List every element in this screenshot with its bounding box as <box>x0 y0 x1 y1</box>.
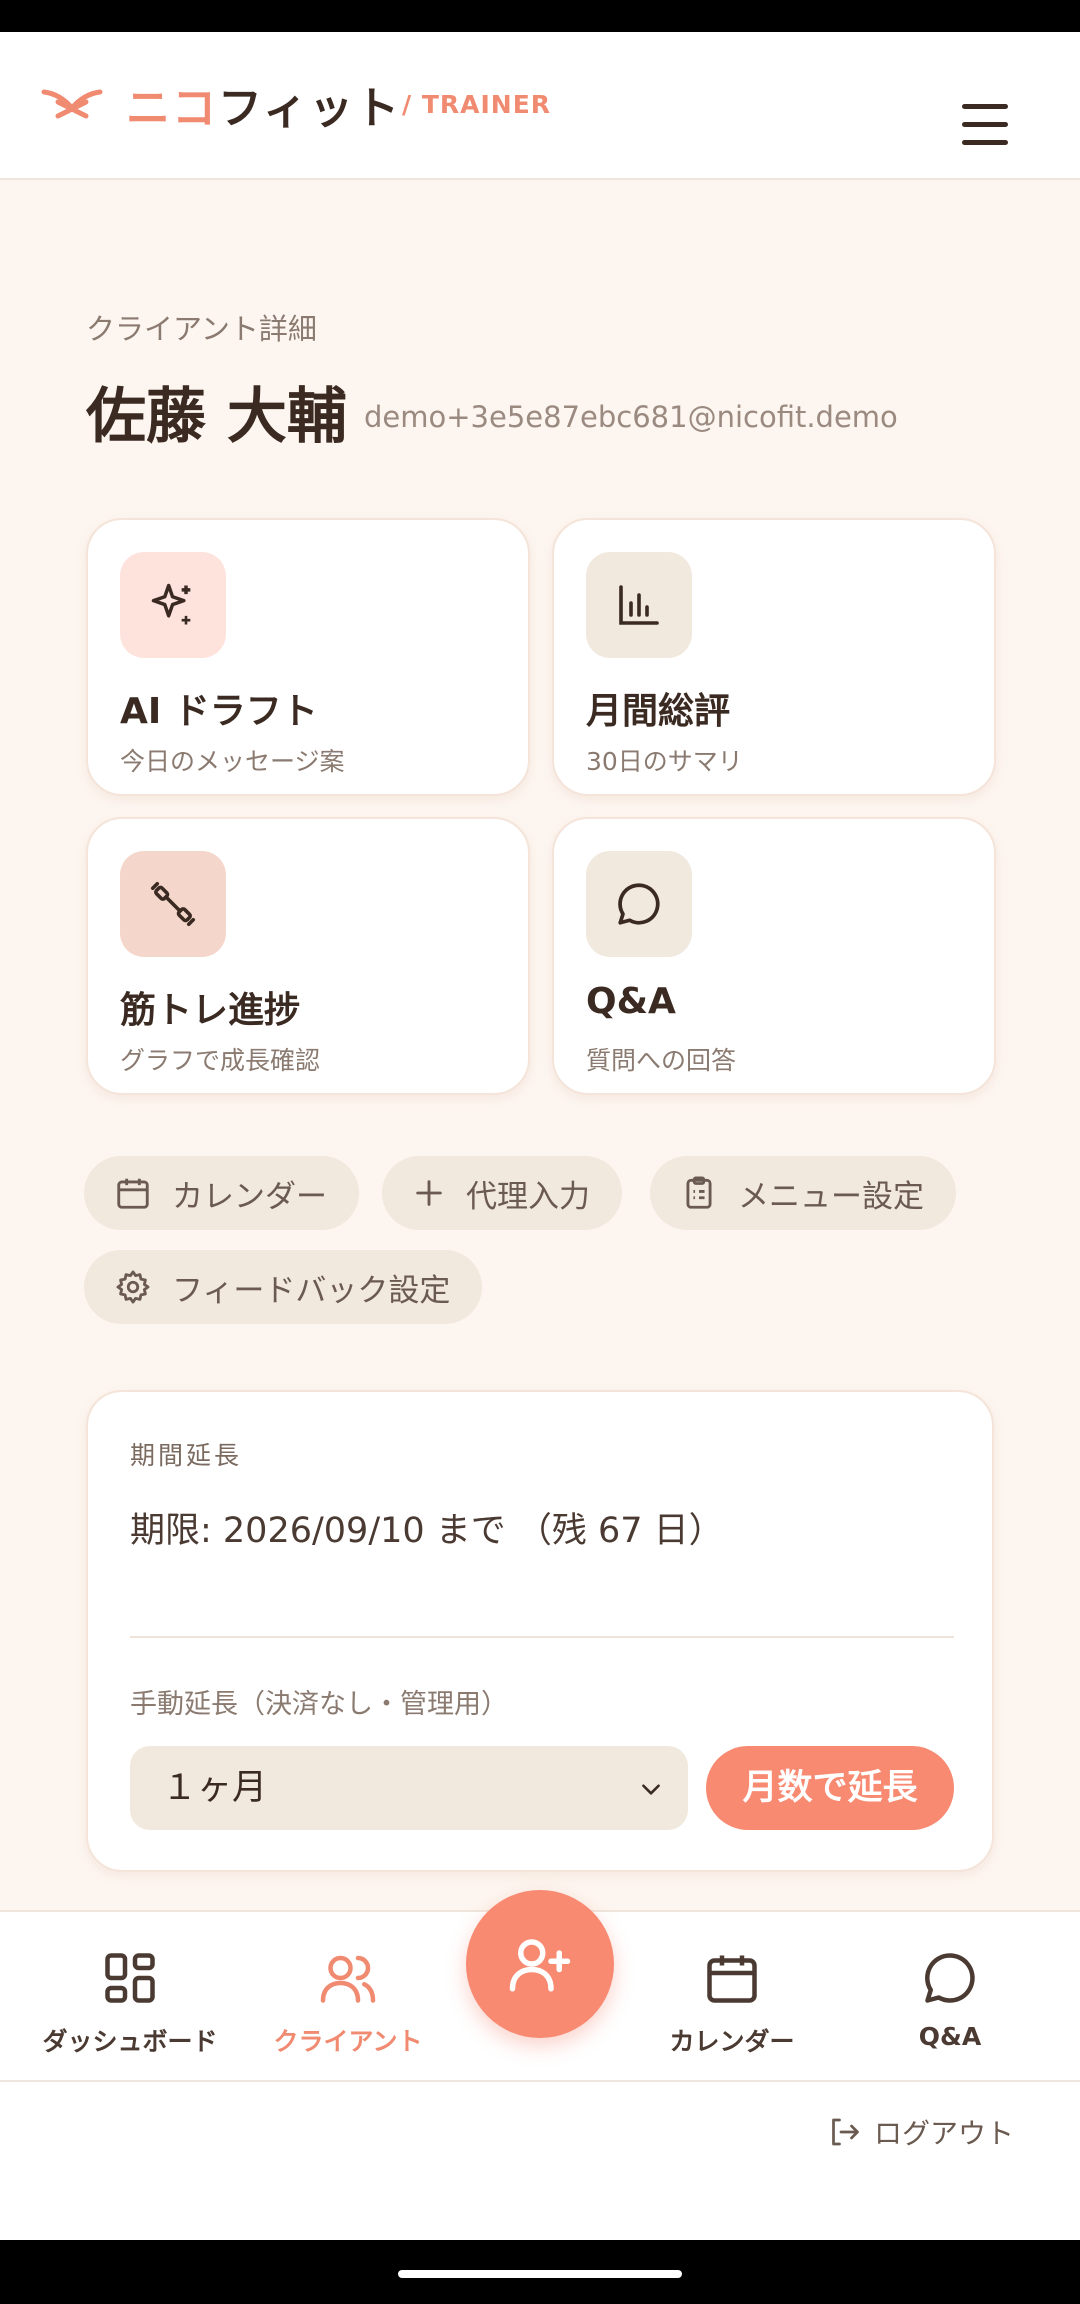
nav-dashboard[interactable]: ダッシュボード <box>20 1948 240 2058</box>
extension-deadline: 期限: 2026/09/10 まで （残 67 日） <box>130 1511 724 1551</box>
nav-clients[interactable]: クライアント <box>238 1948 458 2058</box>
card-title: 筋トレ進捗 <box>120 990 301 1031</box>
sparkles-icon <box>120 552 226 658</box>
footer: ログアウト <box>0 2082 1080 2240</box>
dumbbell-icon <box>120 851 226 957</box>
nav-calendar[interactable]: カレンダー <box>622 1948 842 2058</box>
add-client-fab[interactable] <box>466 1890 614 2038</box>
strength-progress-card[interactable]: 筋トレ進捗 グラフで成長確認 <box>86 817 530 1095</box>
card-subtitle: 30日のサマリ <box>586 747 743 776</box>
logout-label: ログアウト <box>873 2117 1014 2150</box>
qa-card[interactable]: Q&A 質問への回答 <box>552 817 996 1095</box>
divider <box>130 1636 954 1638</box>
app-header: ニコフィット / TRAINER <box>0 32 1080 180</box>
users-icon <box>320 1955 376 2003</box>
menu-settings-chip[interactable]: メニュー設定 <box>650 1156 956 1230</box>
gesture-bar <box>0 2240 1080 2304</box>
home-indicator[interactable] <box>398 2270 682 2278</box>
manual-extension-label: 手動延長（決済なし・管理用） <box>130 1689 508 1720</box>
chip-label: フィードバック設定 <box>172 1272 451 1309</box>
nav-label: カレンダー <box>669 2027 795 2056</box>
logout-icon <box>832 2118 859 2146</box>
card-subtitle: 今日のメッセージ案 <box>120 747 345 776</box>
extension-title: 期間延長 <box>130 1441 243 1470</box>
chevron-down-icon <box>642 1784 660 1795</box>
nav-label: ダッシュボード <box>42 2027 218 2056</box>
nav-label: Q&A <box>918 2022 982 2051</box>
nav-label: クライアント <box>273 2027 423 2056</box>
ai-draft-card[interactable]: AI ドラフト 今日のメッセージ案 <box>86 518 530 796</box>
month-select[interactable]: １ヶ月 <box>130 1746 688 1830</box>
nav-qa[interactable]: Q&A <box>840 1948 1060 2051</box>
chip-label: メニュー設定 <box>738 1178 924 1215</box>
card-title: AI ドラフト <box>120 691 318 732</box>
card-subtitle: グラフで成長確認 <box>120 1046 321 1075</box>
logout-button[interactable]: ログアウト <box>826 2112 1014 2152</box>
logo-icon <box>41 89 103 119</box>
gear-icon <box>116 1270 150 1304</box>
client-name: 佐藤 大輔 <box>86 382 347 452</box>
proxy-input-chip[interactable]: 代理入力 <box>382 1156 622 1230</box>
chip-label: カレンダー <box>172 1178 327 1215</box>
bar-chart-icon <box>586 552 692 658</box>
chat-bubble-icon <box>586 851 692 957</box>
card-title: 月間総評 <box>586 691 731 732</box>
extension-card: 期間延長 期限: 2026/09/10 まで （残 67 日） 手動延長（決済な… <box>86 1390 994 1872</box>
chat-bubble-icon <box>925 1953 975 2003</box>
card-title: Q&A <box>586 981 676 1022</box>
monthly-review-card[interactable]: 月間総評 30日のサマリ <box>552 518 996 796</box>
feedback-settings-chip[interactable]: フィードバック設定 <box>84 1250 483 1324</box>
brand-role: / TRAINER <box>402 90 552 119</box>
clipboard-icon <box>686 1176 712 1209</box>
add-user-icon <box>509 1939 571 1992</box>
hamburger-menu-button[interactable] <box>958 104 1012 148</box>
extend-by-months-button[interactable]: 月数で延長 <box>706 1746 954 1830</box>
brand-logo[interactable]: ニコフィット <box>126 72 401 136</box>
plus-icon <box>416 1180 442 1206</box>
chip-label: 代理入力 <box>466 1178 590 1215</box>
client-email: demo+3e5e87ebc681@nicofit.demo <box>364 400 898 434</box>
dashboard-icon <box>105 1953 155 2003</box>
calendar-icon <box>707 1955 757 2003</box>
status-bar <box>0 0 1080 32</box>
calendar-chip[interactable]: カレンダー <box>84 1156 359 1230</box>
card-subtitle: 質問への回答 <box>586 1046 737 1075</box>
month-select-value: １ヶ月 <box>162 1768 268 1808</box>
calendar-icon <box>117 1178 149 1209</box>
page-eyebrow: クライアント詳細 <box>86 312 317 346</box>
